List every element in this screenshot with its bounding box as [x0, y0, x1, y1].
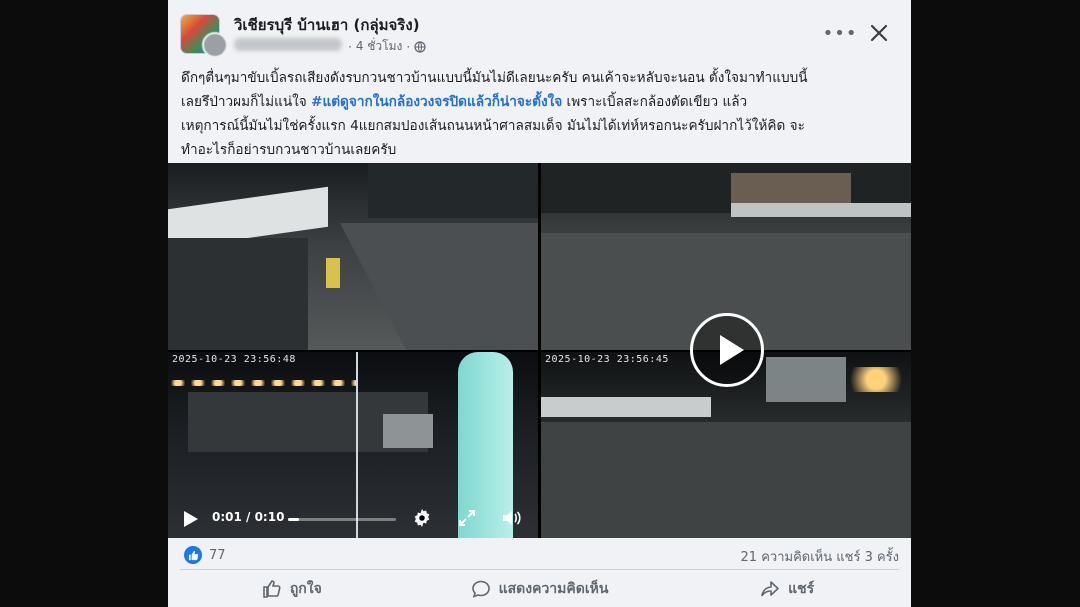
- post-header: วิเชียรบุรี บ้านเฮา (กลุ่มจริง) · 4 ชั่ว…: [168, 0, 911, 60]
- post-text-line-2-prefix: เลยรึป่าวผมก็ไม่แน่ใจ: [181, 94, 312, 110]
- post-text-line-2: เลยรึป่าวผมก็ไม่แน่ใจ #แต่ดูจากในกล้องวง…: [181, 90, 901, 114]
- comment-button[interactable]: แสดงความคิดเห็น: [416, 572, 664, 606]
- divider: [180, 569, 899, 570]
- action-bar: ถูกใจ แสดงความคิดเห็น แชร์: [168, 572, 911, 606]
- hashtag-link[interactable]: #แต่ดูจากในกล้องวงจรปิดแล้วก็น่าจะตั้งใจ: [311, 94, 562, 110]
- buildings-far: [368, 163, 538, 218]
- like-count[interactable]: 77: [209, 548, 226, 563]
- post-text: ดึกๆตื่นๆมาขับเบิ้ลรถเสียงดังรบกวนชาวบ้า…: [181, 66, 901, 162]
- play-overlay-icon[interactable]: [690, 313, 764, 387]
- user-name-redacted: [234, 38, 342, 51]
- fence: [731, 203, 911, 217]
- group-name[interactable]: วิเชียรบุรี บ้านเฮา (กลุ่มจริง): [234, 13, 420, 37]
- reactions-bar: 77 21 ความคิดเห็น แชร์ 3 ครั้ง: [168, 540, 911, 570]
- globe-icon: [414, 40, 426, 53]
- post-time[interactable]: 4 ชั่วโมง: [356, 37, 403, 56]
- close-icon[interactable]: [867, 21, 891, 45]
- play-icon[interactable]: [184, 511, 198, 527]
- volume-icon[interactable]: [501, 508, 521, 528]
- fullscreen-icon[interactable]: [458, 509, 476, 527]
- user-avatar[interactable]: [202, 32, 228, 58]
- comment-count[interactable]: 21 ความคิดเห็น: [741, 550, 833, 565]
- share-label: แชร์: [788, 581, 815, 597]
- fence: [541, 397, 711, 417]
- like-button[interactable]: ถูกใจ: [168, 572, 416, 606]
- video-controls: 0:01 / 0:10: [168, 498, 538, 538]
- like-label: ถูกใจ: [289, 581, 322, 597]
- post-text-line-4: ทำอะไรก็อย่ารบกวนชาวบ้านเลยครับ: [181, 142, 397, 158]
- share-icon: [761, 581, 779, 597]
- video-player[interactable]: 2025-10-23 23:56:48 2025-10-23 23:56:45 …: [168, 163, 911, 538]
- road: [541, 422, 911, 538]
- building: [766, 357, 846, 402]
- video-progress-fill: [288, 518, 299, 521]
- meta-separator: ·: [348, 39, 352, 54]
- meta-separator-2: ·: [406, 39, 411, 54]
- post-meta: · 4 ชั่วโมง ·: [348, 37, 426, 56]
- share-count[interactable]: แชร์ 3 ครั้ง: [836, 550, 899, 565]
- post-text-line-3: เหตุการณ์นี้มันไม่ใช่ครั้งแรก 4แยกสมปองเ…: [181, 118, 805, 134]
- camera-view-top-left: [168, 163, 538, 350]
- yellow-bin: [326, 258, 340, 288]
- parked-truck: [383, 414, 433, 448]
- string-lights: [168, 380, 358, 386]
- post-text-line-1: ดึกๆตื่นๆมาขับเบิ้ลรถเสียงดังรบกวนชาวบ้า…: [181, 70, 808, 86]
- post-card: วิเชียรบุรี บ้านเฮา (กลุ่มจริง) · 4 ชั่ว…: [168, 0, 911, 607]
- engagement-stats: 21 ความคิดเห็น แชร์ 3 ครั้ง: [741, 546, 899, 567]
- shop-front: [168, 238, 308, 350]
- street-lights: [841, 367, 911, 392]
- video-time: 0:01 / 0:10: [212, 510, 285, 524]
- post-text-line-2-suffix: เพราะเบิ้ลสะกล้องตัดเขียว แล้ว: [566, 94, 748, 110]
- like-icon: [263, 580, 281, 598]
- like-reaction-icon[interactable]: [184, 546, 202, 564]
- comment-icon: [471, 580, 490, 598]
- comment-label: แสดงความคิดเห็น: [498, 581, 609, 597]
- camera-timestamp: 2025-10-23 23:56:45: [545, 354, 669, 365]
- more-options-icon[interactable]: •••: [823, 21, 857, 45]
- settings-icon[interactable]: [411, 507, 433, 529]
- share-button[interactable]: แชร์: [663, 572, 911, 606]
- camera-timestamp: 2025-10-23 23:56:48: [172, 354, 296, 365]
- video-progress-bar[interactable]: [288, 518, 396, 521]
- road: [340, 223, 538, 350]
